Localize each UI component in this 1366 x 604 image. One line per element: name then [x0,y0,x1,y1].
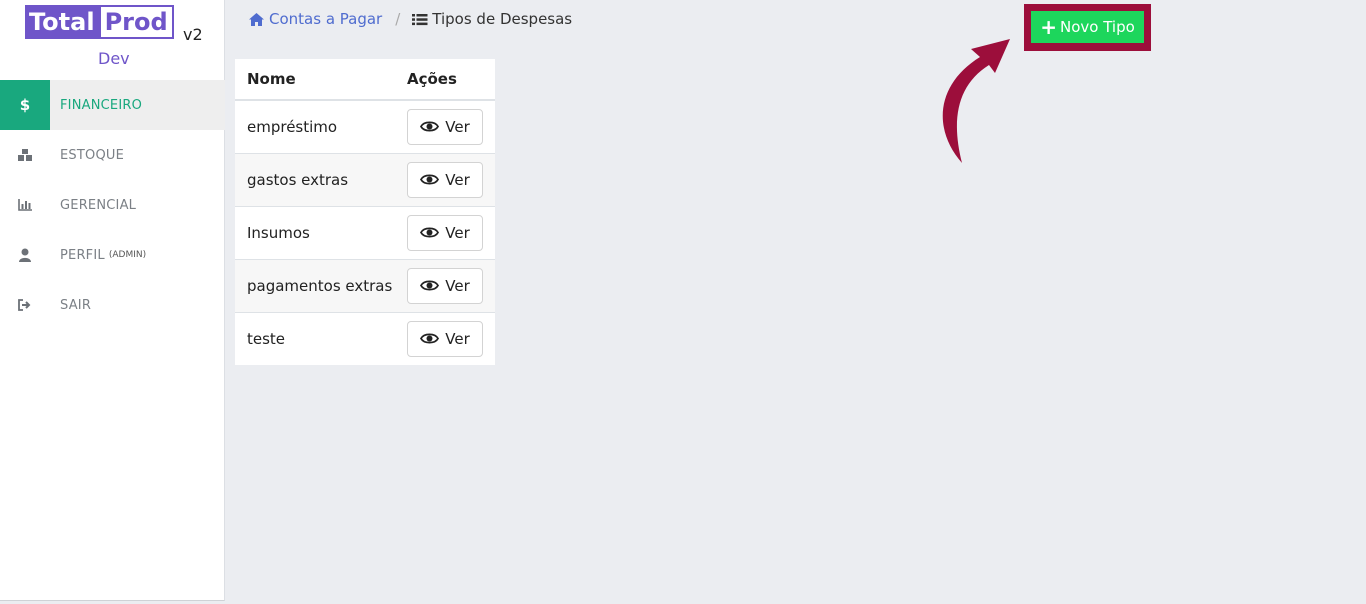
row-actions: Ver [395,258,495,312]
sidebar-item-estoque[interactable]: ESTOQUE [0,130,225,180]
sidebar-nav: $ FINANCEIRO ESTOQUE GERENCIAL PERFIL (A… [0,80,225,330]
row-name: Insumos [235,205,395,259]
view-button-label: Ver [445,170,470,189]
dollar-icon: $ [0,80,50,130]
eye-icon [420,121,440,132]
view-button-label: Ver [445,223,470,242]
table-row: teste Ver [235,311,495,365]
sign-out-icon [0,280,50,330]
view-button[interactable]: Ver [407,108,483,145]
breadcrumb-current-label: Tipos de Despesas [432,10,573,28]
app-version: v2 [183,25,203,44]
table-row: Insumos Ver [235,205,495,259]
bar-chart-icon [0,180,50,230]
view-button-label: Ver [445,276,470,295]
eye-icon [420,280,440,291]
column-header-nome: Nome [235,59,395,101]
novo-tipo-label: Novo Tipo [1059,18,1135,36]
view-button-label: Ver [445,329,470,348]
sidebar: Total Prod v2 Dev $ FINANCEIRO ESTOQUE G… [0,0,225,601]
breadcrumb-home-label: Contas a Pagar [269,10,383,28]
table-row: gastos extras Ver [235,152,495,206]
breadcrumb-separator: / [395,10,401,28]
user-icon [0,230,50,280]
view-button[interactable]: Ver [407,214,483,251]
novo-tipo-button[interactable]: + Novo Tipo [1031,11,1144,43]
sidebar-item-financeiro[interactable]: $ FINANCEIRO [0,80,225,130]
eye-icon [420,174,440,185]
expense-types-table: Nome Ações empréstimo Ver gastos extras [235,59,495,365]
logo[interactable]: Total Prod [25,5,174,39]
sidebar-item-perfil[interactable]: PERFIL (ADMIN) [0,230,225,280]
sidebar-item-label: GERENCIAL [60,197,137,213]
row-name: empréstimo [247,117,338,136]
row-actions: Ver [395,100,495,153]
table-header-row: Nome Ações [235,59,495,101]
plus-icon: + [1040,15,1057,39]
view-button[interactable]: Ver [407,161,483,198]
logo-total: Total [25,5,99,39]
breadcrumb-home-link[interactable]: Contas a Pagar [248,10,382,28]
sidebar-item-label: FINANCEIRO [60,97,143,113]
sidebar-item-sair[interactable]: SAIR [0,280,225,330]
sidebar-item-gerencial[interactable]: GERENCIAL [0,180,225,230]
table-row: pagamentos extras Ver [235,258,495,312]
row-name: teste [235,311,395,365]
view-button[interactable]: Ver [407,320,483,357]
row-name: gastos extras [235,152,395,206]
boxes-icon [0,130,50,180]
sidebar-item-label: SAIR [60,297,92,313]
breadcrumb-current: Tipos de Despesas [412,10,572,28]
breadcrumb: Contas a Pagar / Tipos de Despesas [248,10,572,28]
column-header-acoes: Ações [395,59,495,101]
sidebar-item-label: ESTOQUE [60,147,125,163]
logo-prod: Prod [98,5,174,39]
view-button-label: Ver [445,117,470,136]
row-actions: Ver [395,311,495,365]
view-button[interactable]: Ver [407,267,483,304]
sidebar-item-sublabel: (ADMIN) [108,250,147,260]
table-row: empréstimo Ver [235,100,495,153]
eye-icon [420,333,440,344]
sidebar-item-label: PERFIL [60,247,105,263]
row-name: pagamentos extras [235,258,395,312]
eye-icon [420,227,440,238]
row-actions: Ver [395,152,495,206]
home-icon [249,12,264,26]
annotation-arrow [942,39,1010,163]
row-actions: Ver [395,205,495,259]
list-icon [412,13,428,25]
environment-label: Dev [98,49,130,68]
